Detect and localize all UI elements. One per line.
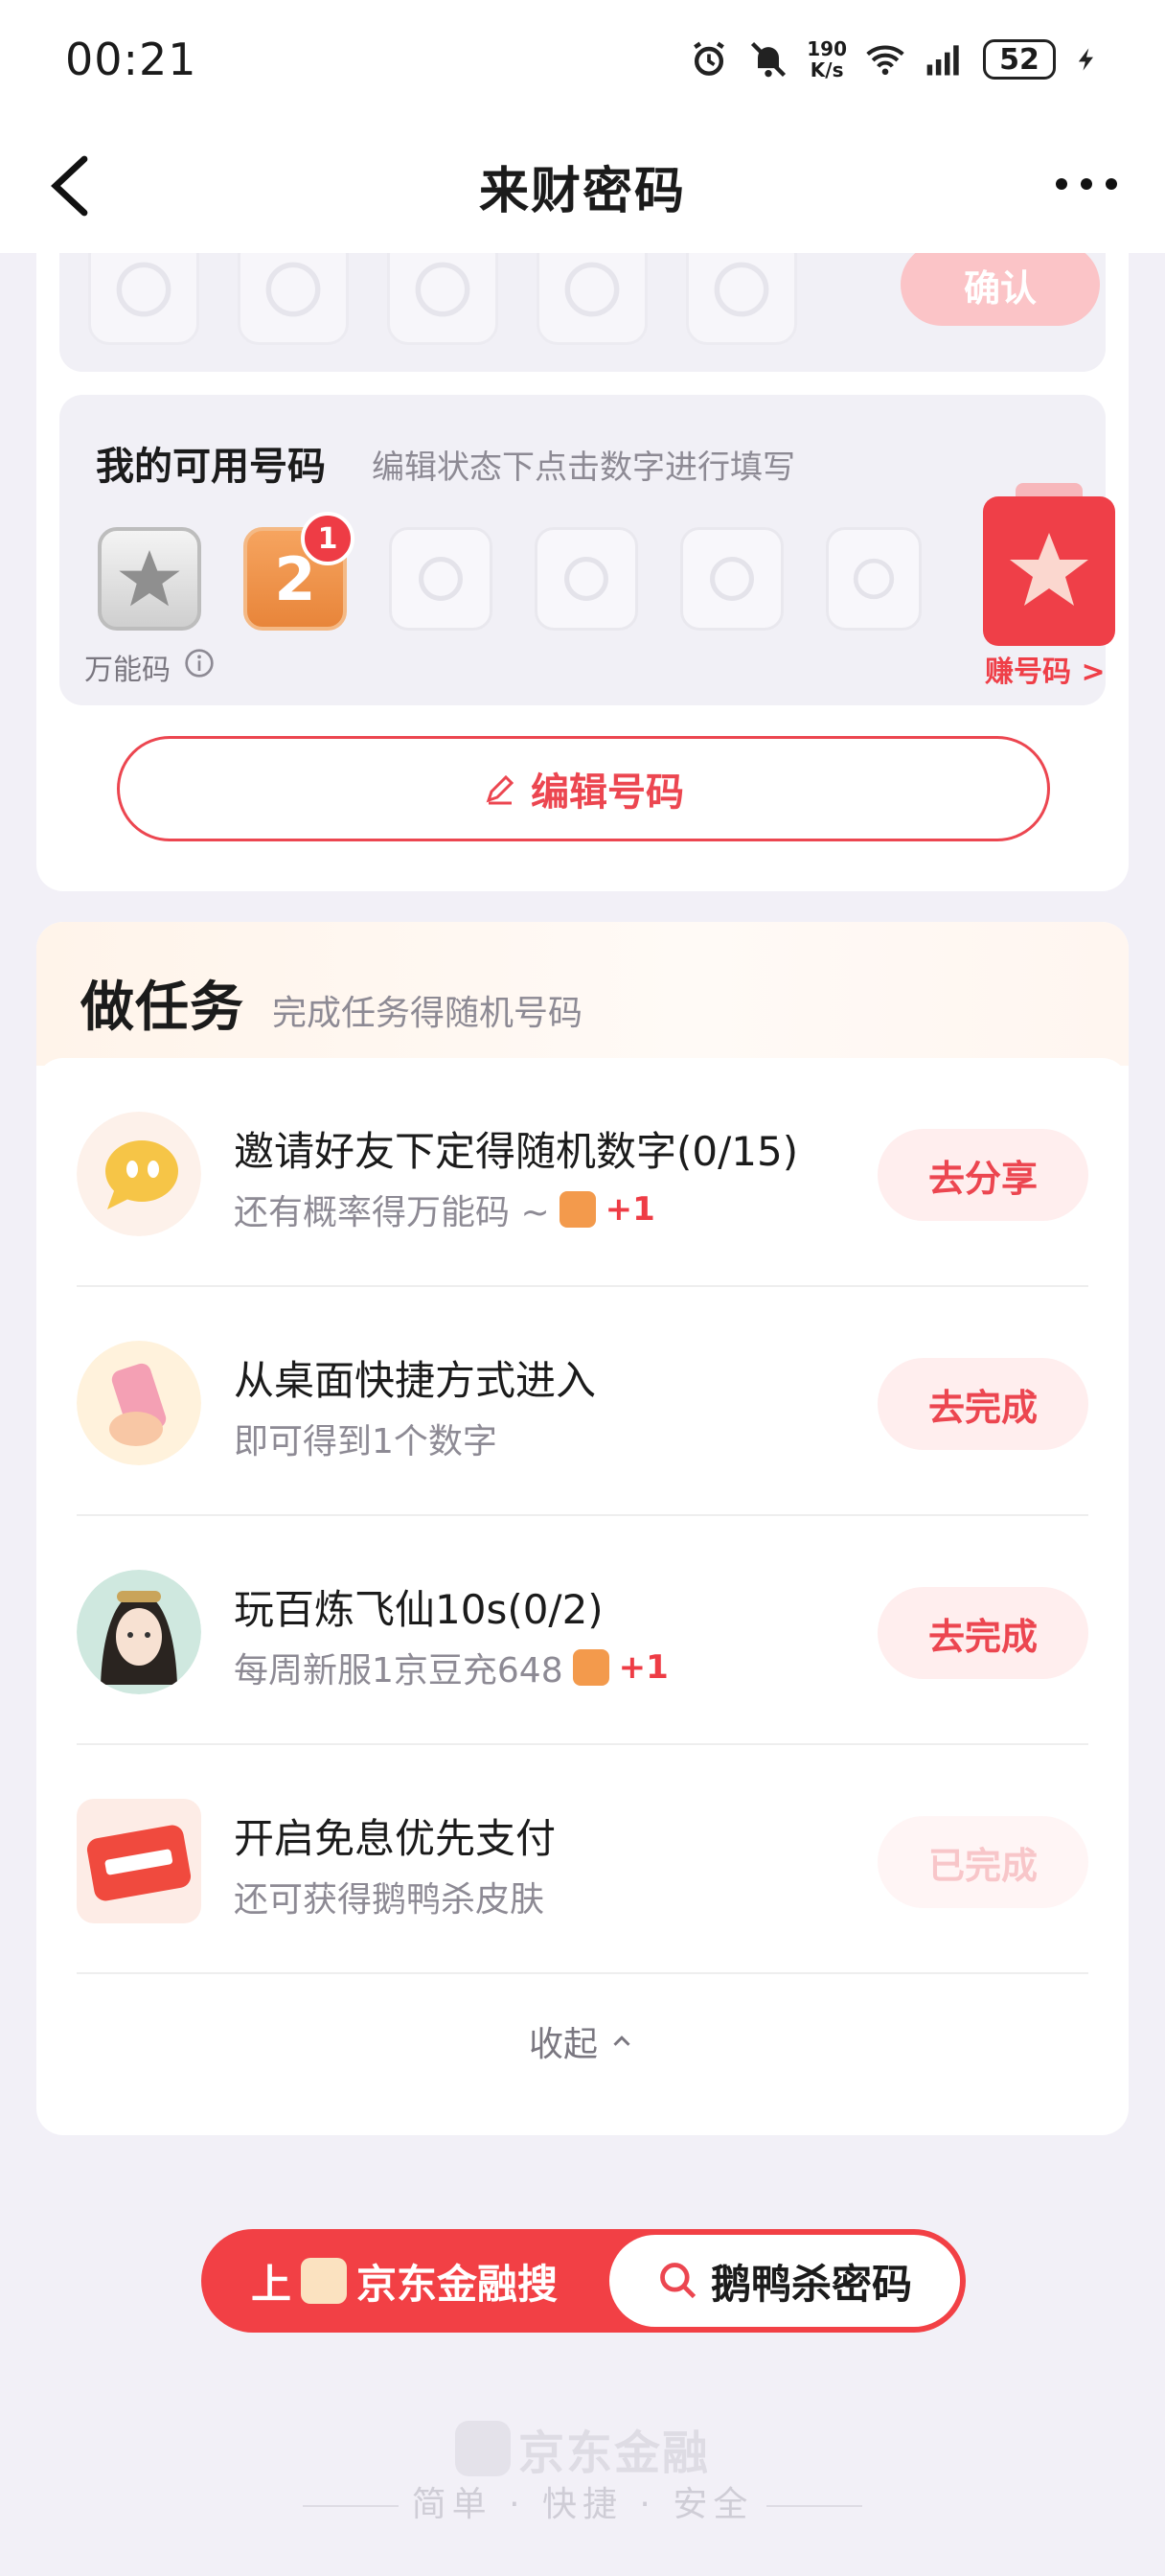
nav-bar: 来财密码 bbox=[0, 119, 1165, 253]
wifi-icon bbox=[866, 45, 904, 76]
status-icons: 190 K/s 52 bbox=[688, 38, 1100, 80]
game-avatar-icon bbox=[77, 1570, 201, 1694]
net-speed-unit: K/s bbox=[810, 58, 844, 81]
password-slots-panel: 确认 bbox=[59, 253, 1106, 372]
task-desc-text: 还有概率得万能码 ~ bbox=[234, 1193, 550, 1232]
alarm-icon bbox=[694, 41, 725, 76]
interest-free-icon bbox=[77, 1799, 201, 1923]
status-time: 00:21 bbox=[65, 34, 197, 85]
banner-query: 鹅鸭杀密码 bbox=[710, 2260, 912, 2308]
task-desc-text: 每周新服1京豆充648 bbox=[234, 1651, 563, 1690]
task-desc-text: 即可得到1个数字 bbox=[234, 1422, 497, 1461]
collapse-label: 收起 bbox=[528, 2025, 598, 2064]
task-name: 从桌面快捷方式进入 bbox=[234, 1357, 597, 1404]
wild-code-slot[interactable] bbox=[98, 527, 201, 631]
back-arrow-icon[interactable] bbox=[46, 155, 94, 217]
banner-brand-text: 京东金融搜 bbox=[356, 2260, 559, 2308]
task-name: 邀请好友下定得随机数字(0/15) bbox=[234, 1128, 799, 1175]
empty-code-slot[interactable] bbox=[680, 527, 784, 631]
task-desc: 还有概率得万能码 ~ +1 bbox=[234, 1184, 655, 1234]
signal-icon bbox=[926, 45, 959, 76]
complete-button[interactable]: 去完成 bbox=[878, 1358, 1088, 1450]
my-codes-panel: 我的可用号码 编辑状态下点击数字进行填写 2 1 万能码 赚号码 > bbox=[59, 395, 1115, 705]
task-header: 做任务 完成任务得随机号码 bbox=[36, 922, 1129, 1066]
divider bbox=[766, 2505, 863, 2507]
reward-count: +1 bbox=[605, 1190, 655, 1229]
code-card: 确认 我的可用号码 编辑状态下点击数字进行填写 2 1 万能码 赚号码 > 编辑… bbox=[36, 253, 1129, 891]
task-subtitle: 完成任务得随机号码 bbox=[272, 994, 583, 1033]
chat-bubble-icon bbox=[77, 1112, 201, 1236]
password-slot[interactable] bbox=[88, 253, 199, 345]
mute-bell-icon bbox=[751, 41, 787, 78]
password-slot[interactable] bbox=[238, 253, 349, 345]
divider bbox=[302, 2505, 399, 2507]
earn-code-star-icon[interactable] bbox=[983, 483, 1115, 646]
task-item: 邀请好友下定得随机数字(0/15) 还有概率得万能码 ~ +1 去分享 bbox=[77, 1058, 1088, 1287]
task-list: 邀请好友下定得随机数字(0/15) 还有概率得万能码 ~ +1 去分享 从桌面快… bbox=[36, 1058, 1129, 1974]
battery-indicator: 52 bbox=[983, 39, 1056, 80]
footer-slogan-text: 简单 · 快捷 · 安全 bbox=[411, 2485, 754, 2524]
task-desc: 每周新服1京豆充648 +1 bbox=[234, 1643, 669, 1692]
number-box-icon bbox=[572, 1649, 609, 1686]
earn-code-link[interactable]: 赚号码 > bbox=[985, 648, 1106, 690]
banner-brand: 上 京东金融搜 bbox=[207, 2252, 609, 2311]
phone-hand-icon bbox=[77, 1341, 201, 1465]
number-box-icon bbox=[559, 1191, 596, 1228]
task-name: 玩百炼飞仙10s(0/2) bbox=[234, 1586, 604, 1633]
task-item: 开启免息优先支付 还可获得鹅鸭杀皮肤 已完成 bbox=[77, 1745, 1088, 1974]
complete-button[interactable]: 去完成 bbox=[878, 1587, 1088, 1679]
charging-icon bbox=[1078, 48, 1093, 71]
footer-slogan: 简单 · 快捷 · 安全 bbox=[0, 2476, 1165, 2526]
jd-finance-logo-icon bbox=[454, 2421, 511, 2476]
footer-logo-text: 京东金融 bbox=[517, 2426, 710, 2480]
count-badge: 1 bbox=[301, 512, 354, 565]
task-title: 做任务 bbox=[80, 977, 244, 1039]
task-desc: 即可得到1个数字 bbox=[234, 1414, 497, 1463]
password-slot[interactable] bbox=[537, 253, 648, 345]
edit-code-button[interactable]: 编辑号码 bbox=[117, 736, 1050, 841]
net-speed-value: 190 bbox=[807, 37, 847, 60]
footer-logo: 京东金融 bbox=[0, 2415, 1165, 2482]
task-desc-text: 还可获得鹅鸭杀皮肤 bbox=[234, 1880, 545, 1920]
share-button[interactable]: 去分享 bbox=[878, 1129, 1088, 1221]
task-desc: 还可获得鹅鸭杀皮肤 bbox=[234, 1872, 544, 1921]
banner-search-box[interactable]: 鹅鸭杀密码 bbox=[609, 2235, 960, 2327]
password-slot[interactable] bbox=[387, 253, 498, 345]
task-item: 从桌面快捷方式进入 即可得到1个数字 去完成 bbox=[77, 1287, 1088, 1516]
task-card: 做任务 完成任务得随机号码 邀请好友下定得随机数字(0/15) 还有概率得万能码… bbox=[36, 922, 1129, 2135]
net-speed: 190 K/s bbox=[807, 38, 847, 80]
chevron-up-icon bbox=[613, 2036, 630, 2046]
more-options-icon[interactable] bbox=[1056, 178, 1117, 190]
my-codes-title: 我的可用号码 bbox=[96, 445, 326, 489]
my-codes-hint: 编辑状态下点击数字进行填写 bbox=[372, 448, 795, 487]
empty-code-slot[interactable] bbox=[826, 527, 922, 631]
pencil-icon bbox=[486, 774, 514, 805]
page-title: 来财密码 bbox=[478, 162, 686, 220]
confirm-button[interactable]: 确认 bbox=[901, 253, 1100, 326]
search-banner[interactable]: 上 京东金融搜 鹅鸭杀密码 bbox=[201, 2229, 966, 2333]
task-item: 玩百炼飞仙10s(0/2) 每周新服1京豆充648 +1 去完成 bbox=[77, 1516, 1088, 1745]
empty-code-slot[interactable] bbox=[535, 527, 638, 631]
info-icon[interactable] bbox=[184, 648, 215, 678]
edit-code-label: 编辑号码 bbox=[531, 770, 684, 815]
banner-prefix: 上 bbox=[251, 2260, 292, 2308]
status-bar: 00:21 190 K/s 52 bbox=[0, 0, 1165, 119]
star-icon bbox=[119, 550, 180, 607]
wild-code-label: 万能码 bbox=[84, 654, 171, 687]
reward-count: +1 bbox=[618, 1648, 669, 1687]
completed-button: 已完成 bbox=[878, 1816, 1088, 1908]
empty-code-slot[interactable] bbox=[389, 527, 492, 631]
collapse-toggle[interactable]: 收起 bbox=[36, 2016, 1129, 2066]
task-name: 开启免息优先支付 bbox=[234, 1815, 557, 1862]
search-icon bbox=[660, 2263, 697, 2299]
password-slot[interactable] bbox=[686, 253, 797, 345]
jd-mascot-icon bbox=[301, 2258, 348, 2304]
